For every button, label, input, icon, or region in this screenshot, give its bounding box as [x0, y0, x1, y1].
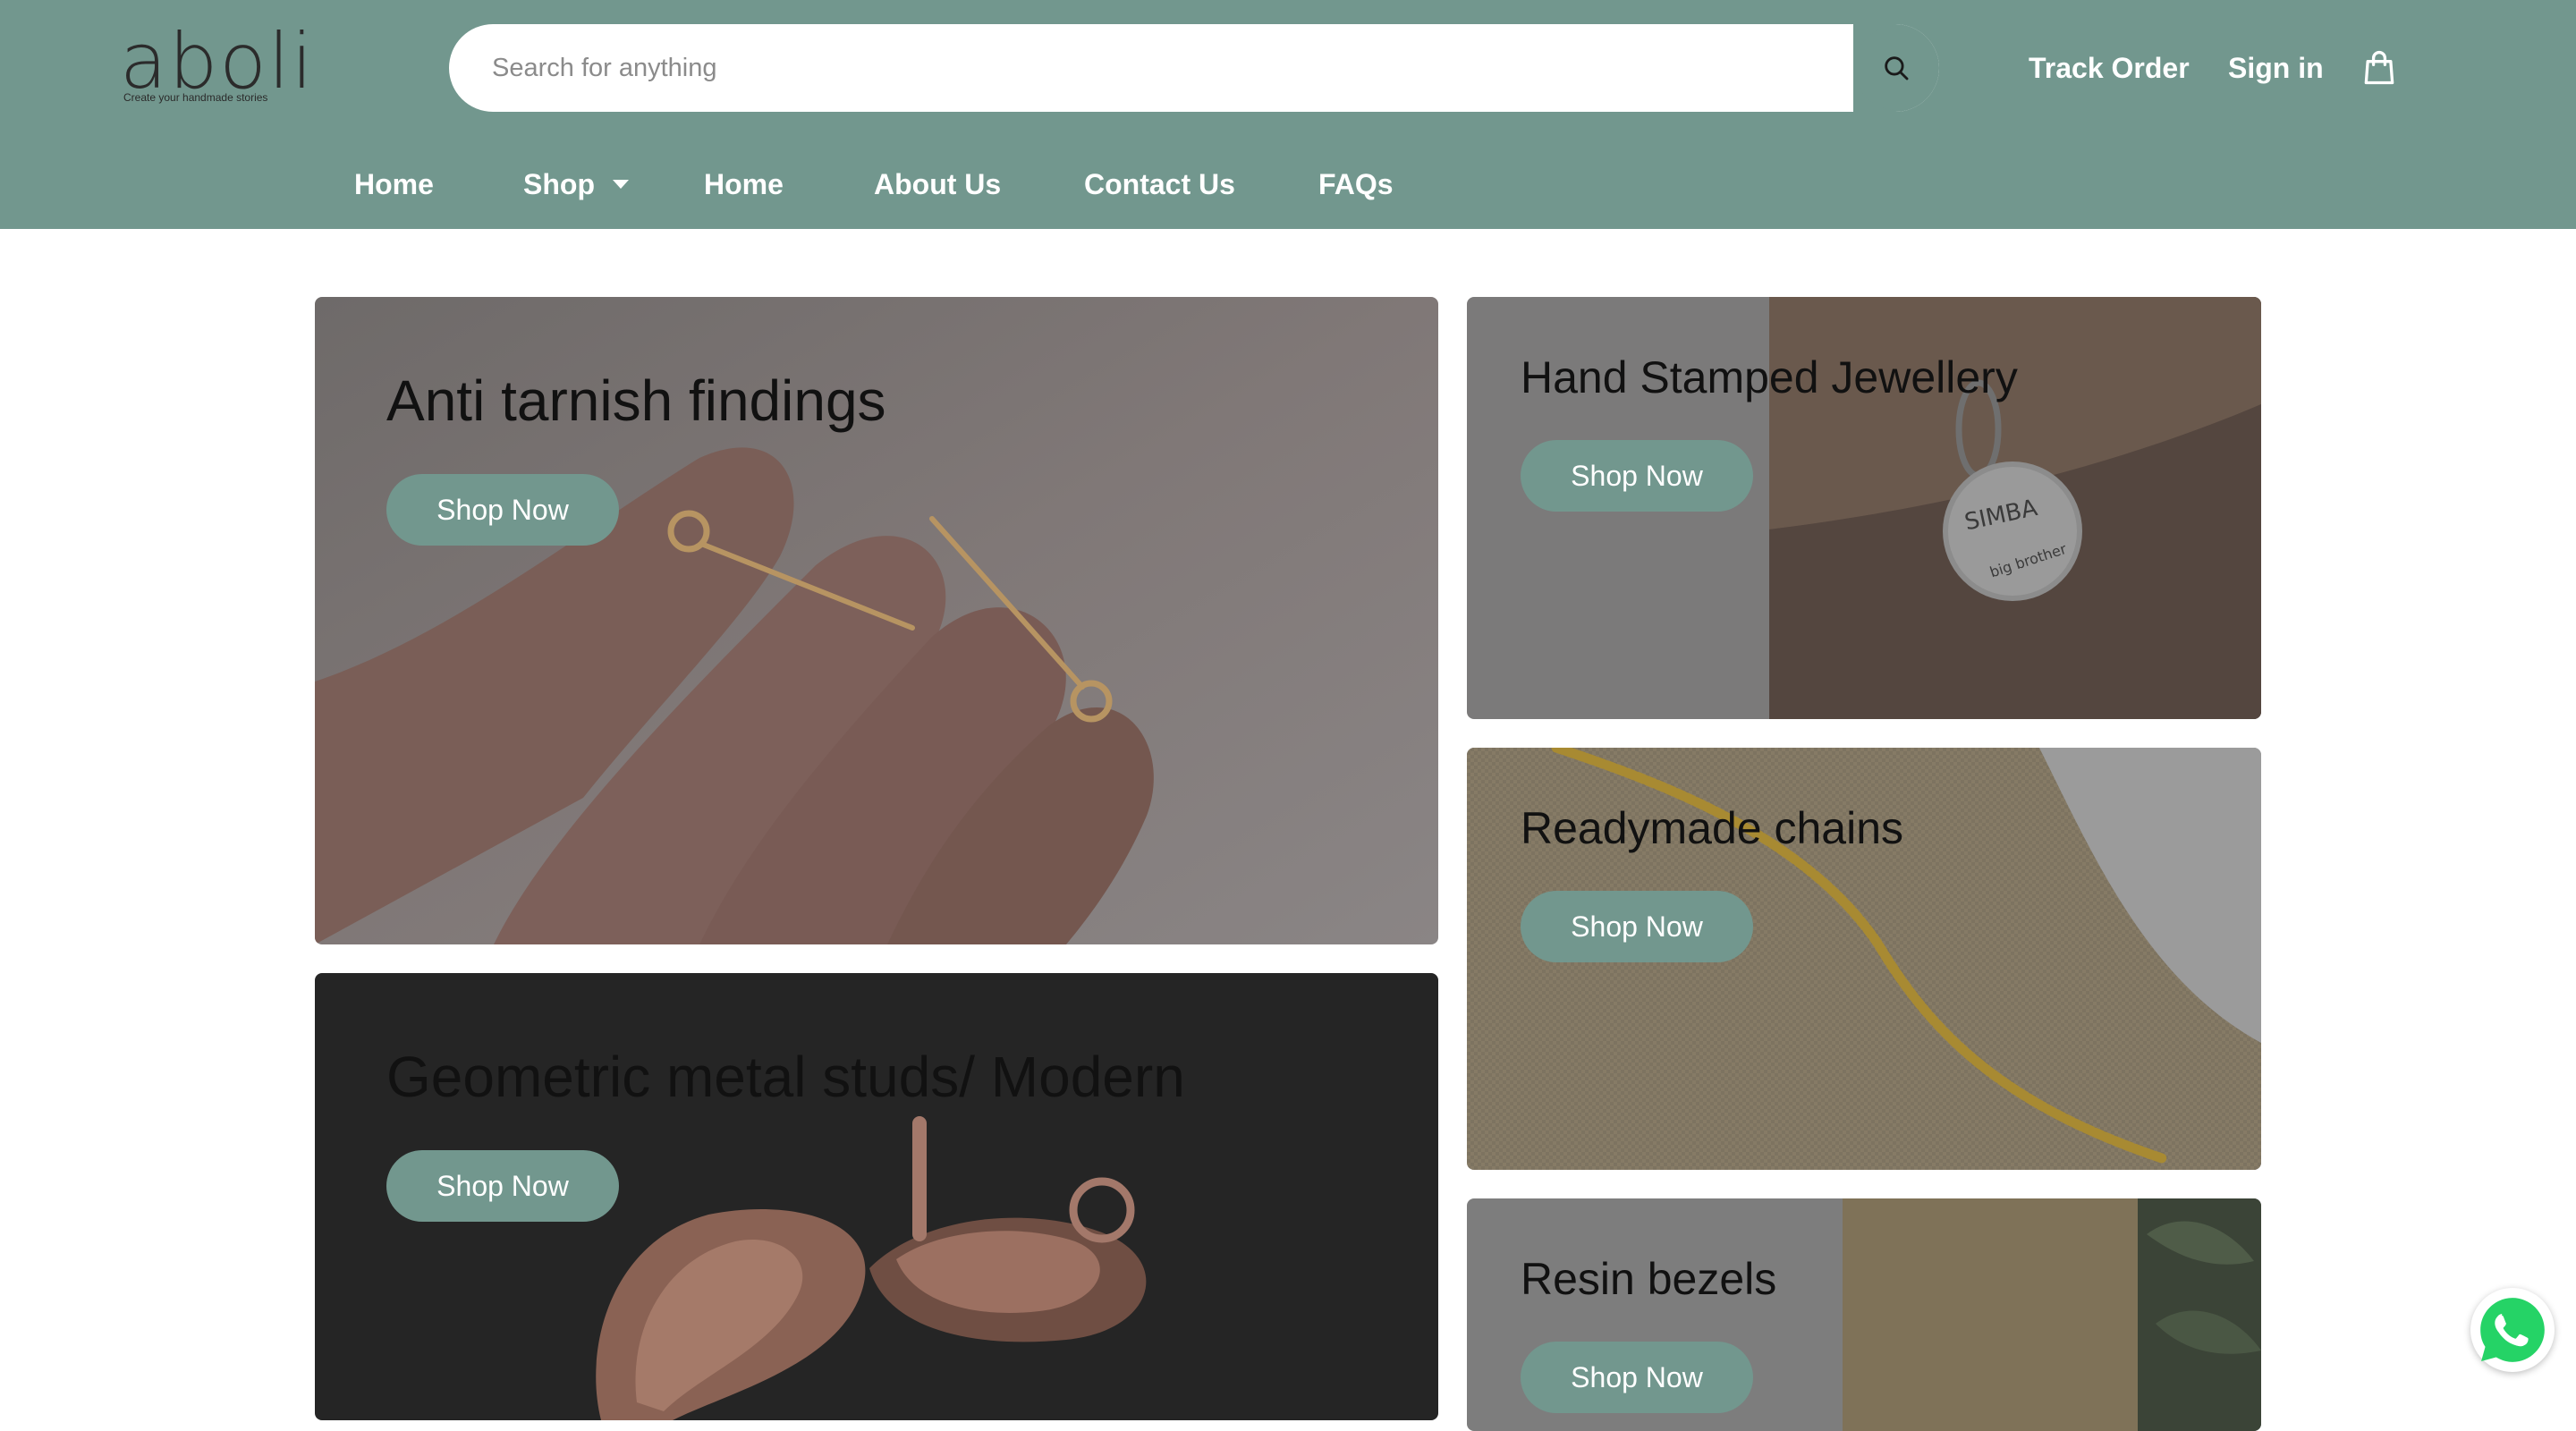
- logo-wordmark: aboli: [120, 17, 315, 106]
- site-header: aboli Create your handmade stories Track…: [0, 0, 2576, 229]
- site-logo[interactable]: aboli Create your handmade stories: [120, 23, 313, 109]
- shop-now-button[interactable]: Shop Now: [1521, 891, 1753, 962]
- search-icon: [1854, 26, 1938, 110]
- track-order-link[interactable]: Track Order: [2029, 47, 2190, 89]
- banner-resin-bezels[interactable]: Resin bezels Shop Now: [1467, 1198, 2261, 1431]
- shopping-bag-icon[interactable]: [2360, 48, 2399, 88]
- shop-now-button[interactable]: Shop Now: [1521, 440, 1753, 512]
- main-nav: Home Shop Home About Us Contact Us FAQs: [0, 161, 2576, 207]
- banner-title: Resin bezels: [1521, 1254, 1777, 1304]
- nav-item-shop-label: Shop: [523, 168, 595, 200]
- search-button[interactable]: [1853, 24, 1939, 112]
- caret-down-icon: [612, 179, 629, 189]
- banner-title: Readymade chains: [1521, 803, 1904, 853]
- logo-tagline: Create your handmade stories: [123, 91, 268, 104]
- banner-readymade-chains[interactable]: Readymade chains Shop Now: [1467, 748, 2261, 1170]
- banner-title: Geometric metal studs/ Modern: [386, 1045, 1185, 1109]
- shop-now-button[interactable]: Shop Now: [1521, 1342, 1753, 1413]
- search-bar: [449, 24, 1939, 112]
- nav-item-contact-us[interactable]: Contact Us: [1084, 161, 1235, 207]
- banner-hand-stamped-jewellery[interactable]: SIMBA big brother Hand Stamped Jewellery…: [1467, 297, 2261, 719]
- shop-now-button[interactable]: Shop Now: [386, 474, 619, 546]
- nav-item-faqs[interactable]: FAQs: [1318, 161, 1394, 207]
- sign-in-link[interactable]: Sign in: [2228, 47, 2324, 89]
- nav-item-home-2[interactable]: Home: [704, 161, 784, 207]
- whatsapp-icon[interactable]: [2470, 1288, 2555, 1372]
- banner-anti-tarnish-findings[interactable]: Anti tarnish findings Shop Now: [315, 297, 1438, 944]
- search-input[interactable]: [449, 24, 1853, 112]
- nav-item-about-us[interactable]: About Us: [874, 161, 1001, 207]
- banner-title: Hand Stamped Jewellery: [1521, 352, 2018, 402]
- banner-geometric-metal-studs[interactable]: Geometric metal studs/ Modern Shop Now: [315, 973, 1438, 1420]
- banner-title: Anti tarnish findings: [386, 368, 886, 433]
- nav-item-home[interactable]: Home: [354, 161, 434, 207]
- nav-item-shop[interactable]: Shop: [523, 161, 629, 207]
- shop-now-button[interactable]: Shop Now: [386, 1150, 619, 1222]
